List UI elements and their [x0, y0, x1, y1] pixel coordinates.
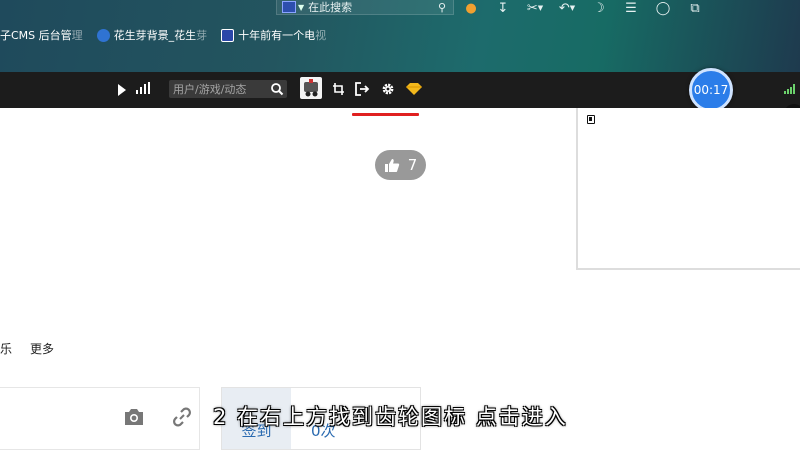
- site-search-input[interactable]: [171, 81, 267, 97]
- camera-icon[interactable]: [117, 400, 151, 434]
- shirt-icon[interactable]: ◯: [647, 0, 679, 16]
- bookmark-label-fade: 理: [71, 29, 83, 42]
- bookmark-peanut[interactable]: 花生芽背景_花生芽: [96, 27, 208, 43]
- post-tools: [117, 400, 199, 434]
- undo-icon[interactable]: ↶ ▼: [551, 0, 583, 16]
- bookmark-label-fade: 芽: [196, 29, 208, 42]
- bookmark-label: 十年前有一个电: [238, 29, 316, 42]
- bookmark-label: 花生芽背景_花生: [113, 29, 197, 42]
- tab-music[interactable]: 乐: [0, 340, 12, 357]
- browser-toolbar: ● ↧ ✂ ▼ ↶ ▼ ☽ ☰ ◯ ⧉: [455, 0, 711, 16]
- logout-icon[interactable]: [353, 80, 371, 98]
- browser-chrome: ▼ 在此搜索 ⚲ ● ↧ ✂ ▼ ↶ ▼ ☽ ☰ ◯ ⧉ 子CMS 后台管理 花生芽…: [0, 0, 800, 72]
- signal-bars-icon[interactable]: [136, 82, 152, 94]
- search-icon[interactable]: [270, 82, 284, 96]
- pixel-icon: [221, 28, 235, 42]
- thumbs-up-icon: [384, 158, 399, 172]
- browser-search-box[interactable]: ▼ 在此搜索 ⚲: [276, 0, 454, 15]
- search-engine-icon[interactable]: [282, 1, 296, 13]
- menu-icon[interactable]: ☰: [615, 0, 647, 16]
- bookmark-tv[interactable]: 十年前有一个电视: [221, 27, 326, 43]
- timer-badge[interactable]: 00:17: [689, 68, 733, 112]
- side-panel: [576, 108, 800, 270]
- content-tabs: 乐 更多: [0, 340, 54, 357]
- title-bar: ▼ 在此搜索 ⚲ ● ↧ ✂ ▼ ↶ ▼ ☽ ☰ ◯ ⧉: [0, 0, 800, 18]
- site-search: [169, 80, 287, 98]
- diamond-icon[interactable]: [405, 80, 423, 98]
- chevron-down-icon[interactable]: ▼: [298, 3, 304, 12]
- link-icon[interactable]: [165, 400, 199, 434]
- bookmark-label-fade: 视: [315, 29, 327, 42]
- scissors-icon[interactable]: ✂ ▼: [519, 0, 551, 16]
- restore-window-icon[interactable]: ⧉: [679, 0, 711, 16]
- game-icon[interactable]: ●: [455, 0, 487, 16]
- crop-icon[interactable]: [330, 80, 348, 98]
- avatar-icon: [304, 79, 318, 97]
- like-button[interactable]: 7: [375, 150, 426, 180]
- highlight-underline: [352, 113, 419, 116]
- like-count: 7: [407, 156, 418, 174]
- bookmark-label: 子CMS 后台管: [0, 29, 72, 42]
- bookmark-cms[interactable]: 子CMS 后台管理: [0, 27, 83, 43]
- network-signal-icon: [784, 84, 796, 94]
- browser-search-input[interactable]: 在此搜索: [308, 0, 435, 15]
- download-icon[interactable]: ↧: [487, 0, 519, 16]
- moon-icon[interactable]: ☽: [583, 0, 615, 16]
- peanut-icon: [96, 28, 110, 42]
- avatar[interactable]: [300, 77, 322, 99]
- video-subtitle: 2 在右上方找到齿轮图标 点击进入: [213, 405, 568, 429]
- search-icon[interactable]: ⚲: [435, 1, 449, 14]
- play-icon[interactable]: [118, 84, 126, 96]
- tab-more[interactable]: 更多: [30, 340, 54, 357]
- gear-icon[interactable]: [379, 80, 397, 98]
- bookmarks-bar: 子CMS 后台管理 花生芽背景_花生芽 十年前有一个电视: [0, 24, 340, 46]
- mobile-icon[interactable]: [587, 115, 595, 124]
